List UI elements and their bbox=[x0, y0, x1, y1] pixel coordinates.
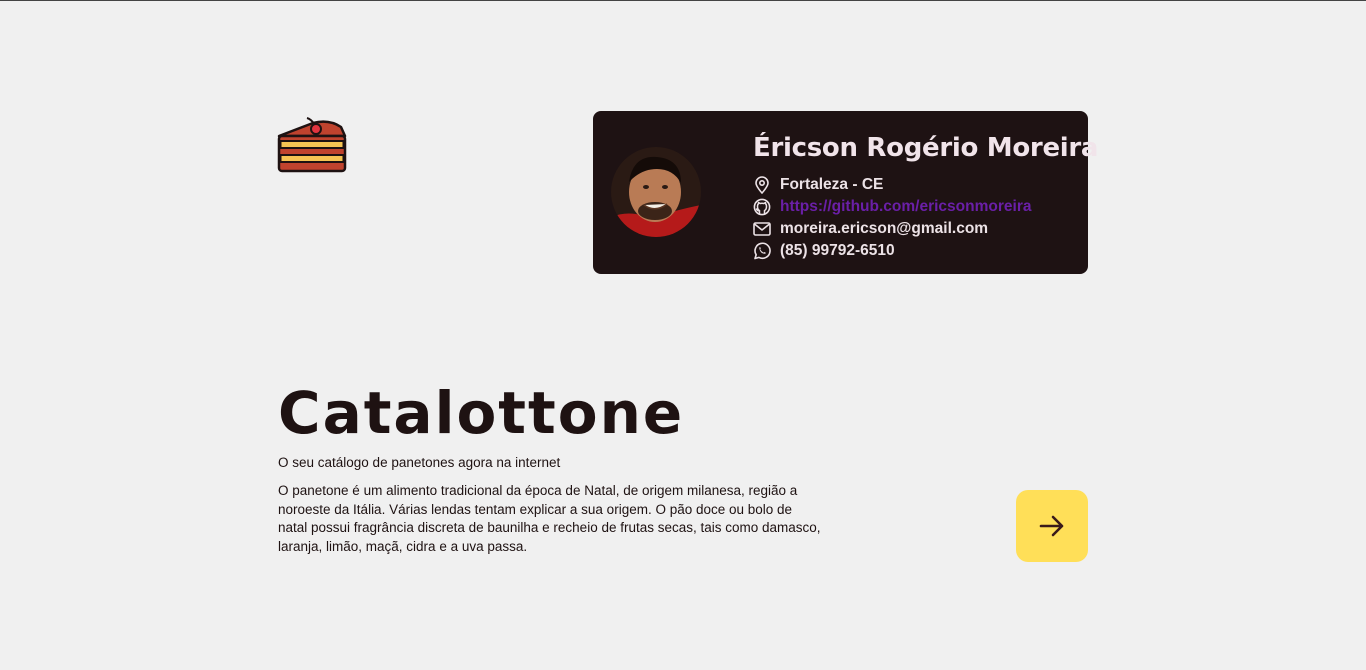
page-title: Catalottone bbox=[278, 379, 685, 447]
location-row: Fortaleza - CE bbox=[753, 174, 1078, 196]
github-icon bbox=[753, 198, 771, 216]
next-button[interactable] bbox=[1016, 490, 1088, 562]
email-row: moreira.ericson@gmail.com bbox=[753, 218, 1078, 240]
profile-card: Éricson Rogério Moreira Fortaleza - CE h… bbox=[593, 111, 1099, 274]
cake-slice-icon bbox=[277, 117, 347, 174]
profile-name: Éricson Rogério Moreira bbox=[753, 133, 1099, 163]
github-link[interactable]: https://github.com/ericsonmoreira bbox=[780, 198, 1031, 216]
email-text: moreira.ericson@gmail.com bbox=[780, 220, 989, 237]
github-row: https://github.com/ericsonmoreira bbox=[753, 196, 1078, 218]
subtitle: O seu catálogo de panetones agora na int… bbox=[278, 455, 561, 470]
arrow-right-icon bbox=[1038, 514, 1066, 538]
description: O panetone é um alimento tradicional da … bbox=[278, 483, 821, 554]
map-pin-icon bbox=[753, 176, 771, 194]
phone-row: (85) 99792-6510 bbox=[753, 240, 1078, 262]
avatar bbox=[611, 147, 701, 237]
mail-icon bbox=[753, 220, 771, 238]
phone-text: (85) 99792-6510 bbox=[780, 242, 895, 259]
whatsapp-icon bbox=[753, 242, 771, 260]
location-text: Fortaleza - CE bbox=[780, 176, 884, 193]
